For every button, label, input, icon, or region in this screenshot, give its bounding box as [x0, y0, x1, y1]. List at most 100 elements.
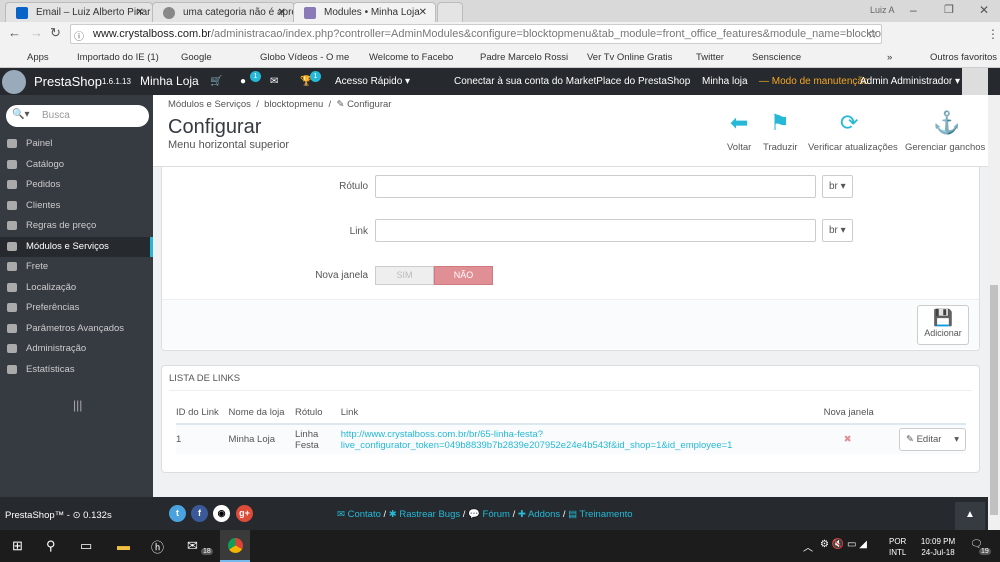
sidebar-item[interactable]: Pedidos [0, 175, 153, 195]
star-icon[interactable]: ☆ [867, 27, 878, 41]
edit-button[interactable]: ✎ Editar ▾ [899, 428, 966, 451]
marketplace-link[interactable]: Conectar à sua conta do MarketPlace do P… [454, 76, 690, 87]
bookmark[interactable]: Importado do IE (1) [77, 52, 159, 63]
translate-button[interactable]: Traduzir [763, 142, 798, 153]
mail-app-icon[interactable]: ✉ [187, 538, 198, 554]
browser-tab-active[interactable]: Modules • Minha Loja ✕ [293, 2, 436, 22]
quick-access-menu[interactable]: Acesso Rápido ▾ [335, 76, 410, 87]
chrome-taskbar-button[interactable] [220, 530, 250, 562]
maintenance-mode[interactable]: — Modo de manutenção [759, 76, 869, 87]
customers-icon[interactable]: ● [240, 76, 246, 87]
close-icon[interactable]: ✕ [278, 7, 286, 18]
sidebar-item[interactable]: Painel [0, 134, 153, 154]
restore-button[interactable]: ❐ [944, 3, 954, 16]
language-indicator[interactable]: POR INTL [889, 536, 906, 558]
clock[interactable]: 10:09 PM 24-Jul-18 [918, 536, 958, 558]
scroll-top-button[interactable]: ▲ [955, 502, 985, 530]
avatar[interactable] [962, 68, 988, 95]
menu-icon[interactable]: ⋮ [987, 27, 999, 41]
twitter-icon[interactable]: t [169, 505, 186, 522]
bookmark[interactable]: Twitter [696, 52, 724, 63]
training-link[interactable]: ▤ Treinamento [568, 509, 632, 520]
bookmark[interactable]: Google [181, 52, 212, 63]
info-icon[interactable]: ⓘ [74, 28, 84, 43]
sidebar-item[interactable]: Localização [0, 278, 153, 298]
url-line[interactable]: live_configurator_token=049b8839b7b2839e… [341, 440, 733, 451]
sidebar-item[interactable]: Clientes [0, 196, 153, 216]
reload-icon[interactable]: ↻ [50, 25, 61, 41]
language-select[interactable]: br ▾ [822, 175, 853, 198]
profile-name[interactable]: Luiz A [870, 5, 895, 15]
bookmark[interactable]: Globo Vídeos - O me [260, 52, 349, 63]
sidebar-item[interactable]: Preferências [0, 298, 153, 318]
forward-icon[interactable]: → [30, 25, 43, 40]
contact-link[interactable]: ✉ Contato [337, 509, 381, 520]
addons-link[interactable]: ✚ Addons [518, 509, 560, 520]
sidebar-item[interactable]: Catálogo [0, 155, 153, 175]
tray-chevron-icon[interactable]: ︿ [803, 539, 813, 554]
close-icon[interactable]: ✕ [136, 7, 144, 18]
caret-down-icon[interactable]: ▾ [954, 434, 959, 445]
bugs-link[interactable]: ✱ Rastrear Bugs [389, 509, 460, 520]
disabled-icon[interactable]: ✖ [824, 424, 899, 454]
cart-icon[interactable]: 🛒 [210, 76, 222, 87]
task-view-icon[interactable]: ▭ [80, 538, 92, 554]
sidebar-item[interactable]: Módulos e Serviços [0, 236, 153, 257]
check-updates-button[interactable]: Verificar atualizações [808, 142, 898, 153]
url-line[interactable]: http://www.crystalboss.com.br/br/65-linh… [341, 429, 543, 440]
more-bookmarks[interactable]: » [887, 52, 892, 63]
breadcrumb-item[interactable]: Módulos e Serviços [168, 99, 251, 110]
sidebar-item[interactable]: Frete [0, 257, 153, 277]
prestashop-logo[interactable] [2, 70, 26, 94]
shop-link[interactable]: Minha Loja [140, 74, 199, 88]
new-tab-button[interactable] [437, 2, 463, 22]
bookmark[interactable]: Welcome to Facebo [369, 52, 453, 63]
sidebar-item[interactable]: Estatísticas [0, 360, 153, 380]
add-button[interactable]: 💾 Adicionar [917, 305, 969, 345]
link-url[interactable]: http://www.crystalboss.com.br/br/65-linh… [341, 424, 824, 454]
browser-tab[interactable]: uma categoria não é apre ✕ [152, 2, 295, 22]
sidebar-item[interactable]: Regras de preço [0, 216, 153, 236]
language-select[interactable]: br ▾ [822, 219, 853, 242]
file-explorer-icon[interactable]: ▬ [117, 538, 130, 553]
mail-icon[interactable]: ✉ [270, 76, 278, 87]
search-icon[interactable]: ⚲ [46, 538, 56, 554]
breadcrumb-item[interactable]: blocktopmenu [264, 99, 323, 110]
bookmark[interactable]: Apps [27, 52, 49, 63]
search-icon[interactable]: 🔍▾ [12, 109, 29, 120]
sidebar-item-icon [7, 221, 17, 230]
facebook-icon[interactable]: f [191, 505, 208, 522]
github-icon[interactable]: ◉ [213, 505, 230, 522]
toggle-yes[interactable]: SIM [375, 266, 434, 285]
bookmark[interactable]: Ver Tv Online Gratis [587, 52, 672, 63]
link-input[interactable] [375, 219, 816, 242]
bookmark-folder[interactable]: Outros favoritos [930, 52, 997, 63]
url-input[interactable]: www.crystalboss.com.br/administracao/ind… [70, 24, 882, 44]
flag-icon[interactable]: ⚑ [770, 110, 790, 136]
tray-icons[interactable]: ⚙ 🔇 ▭ ◢ [820, 539, 867, 550]
anchor-icon[interactable]: ⚓ [933, 110, 960, 136]
manage-hooks-button[interactable]: Gerenciar ganchos [905, 142, 985, 153]
googleplus-icon[interactable]: g+ [236, 505, 253, 522]
bookmark[interactable]: Senscience [752, 52, 801, 63]
bookmark[interactable]: Padre Marcelo Rossi [480, 52, 568, 63]
shop-name[interactable]: Minha loja [702, 76, 748, 87]
minimize-button[interactable]: – [910, 3, 917, 17]
back-button[interactable]: Voltar [727, 142, 751, 153]
back-icon[interactable]: ← [8, 25, 21, 40]
back-arrow-icon[interactable]: ⬅ [730, 110, 748, 136]
refresh-icon[interactable]: ⟳ [840, 110, 858, 136]
close-icon[interactable]: ✕ [419, 7, 427, 18]
forum-link[interactable]: 💬 Fórum [468, 509, 510, 520]
admin-menu[interactable]: Admin Administrador ▾ [860, 76, 960, 87]
windows-start-icon[interactable]: ⊞ [12, 538, 23, 554]
scrollbar[interactable] [988, 95, 1000, 530]
label-input[interactable] [375, 175, 816, 198]
toggle-no[interactable]: NÃO [434, 266, 493, 285]
hp-icon[interactable]: ⓗ [151, 537, 164, 556]
sidebar-item[interactable]: Administração [0, 339, 153, 359]
browser-tab[interactable]: Email – Luiz Alberto Pinar ✕ [5, 2, 153, 22]
sidebar-collapse-icon[interactable]: ||| [73, 398, 82, 412]
sidebar-item[interactable]: Parâmetros Avançados [0, 319, 153, 339]
close-window-button[interactable]: ✕ [979, 3, 989, 17]
